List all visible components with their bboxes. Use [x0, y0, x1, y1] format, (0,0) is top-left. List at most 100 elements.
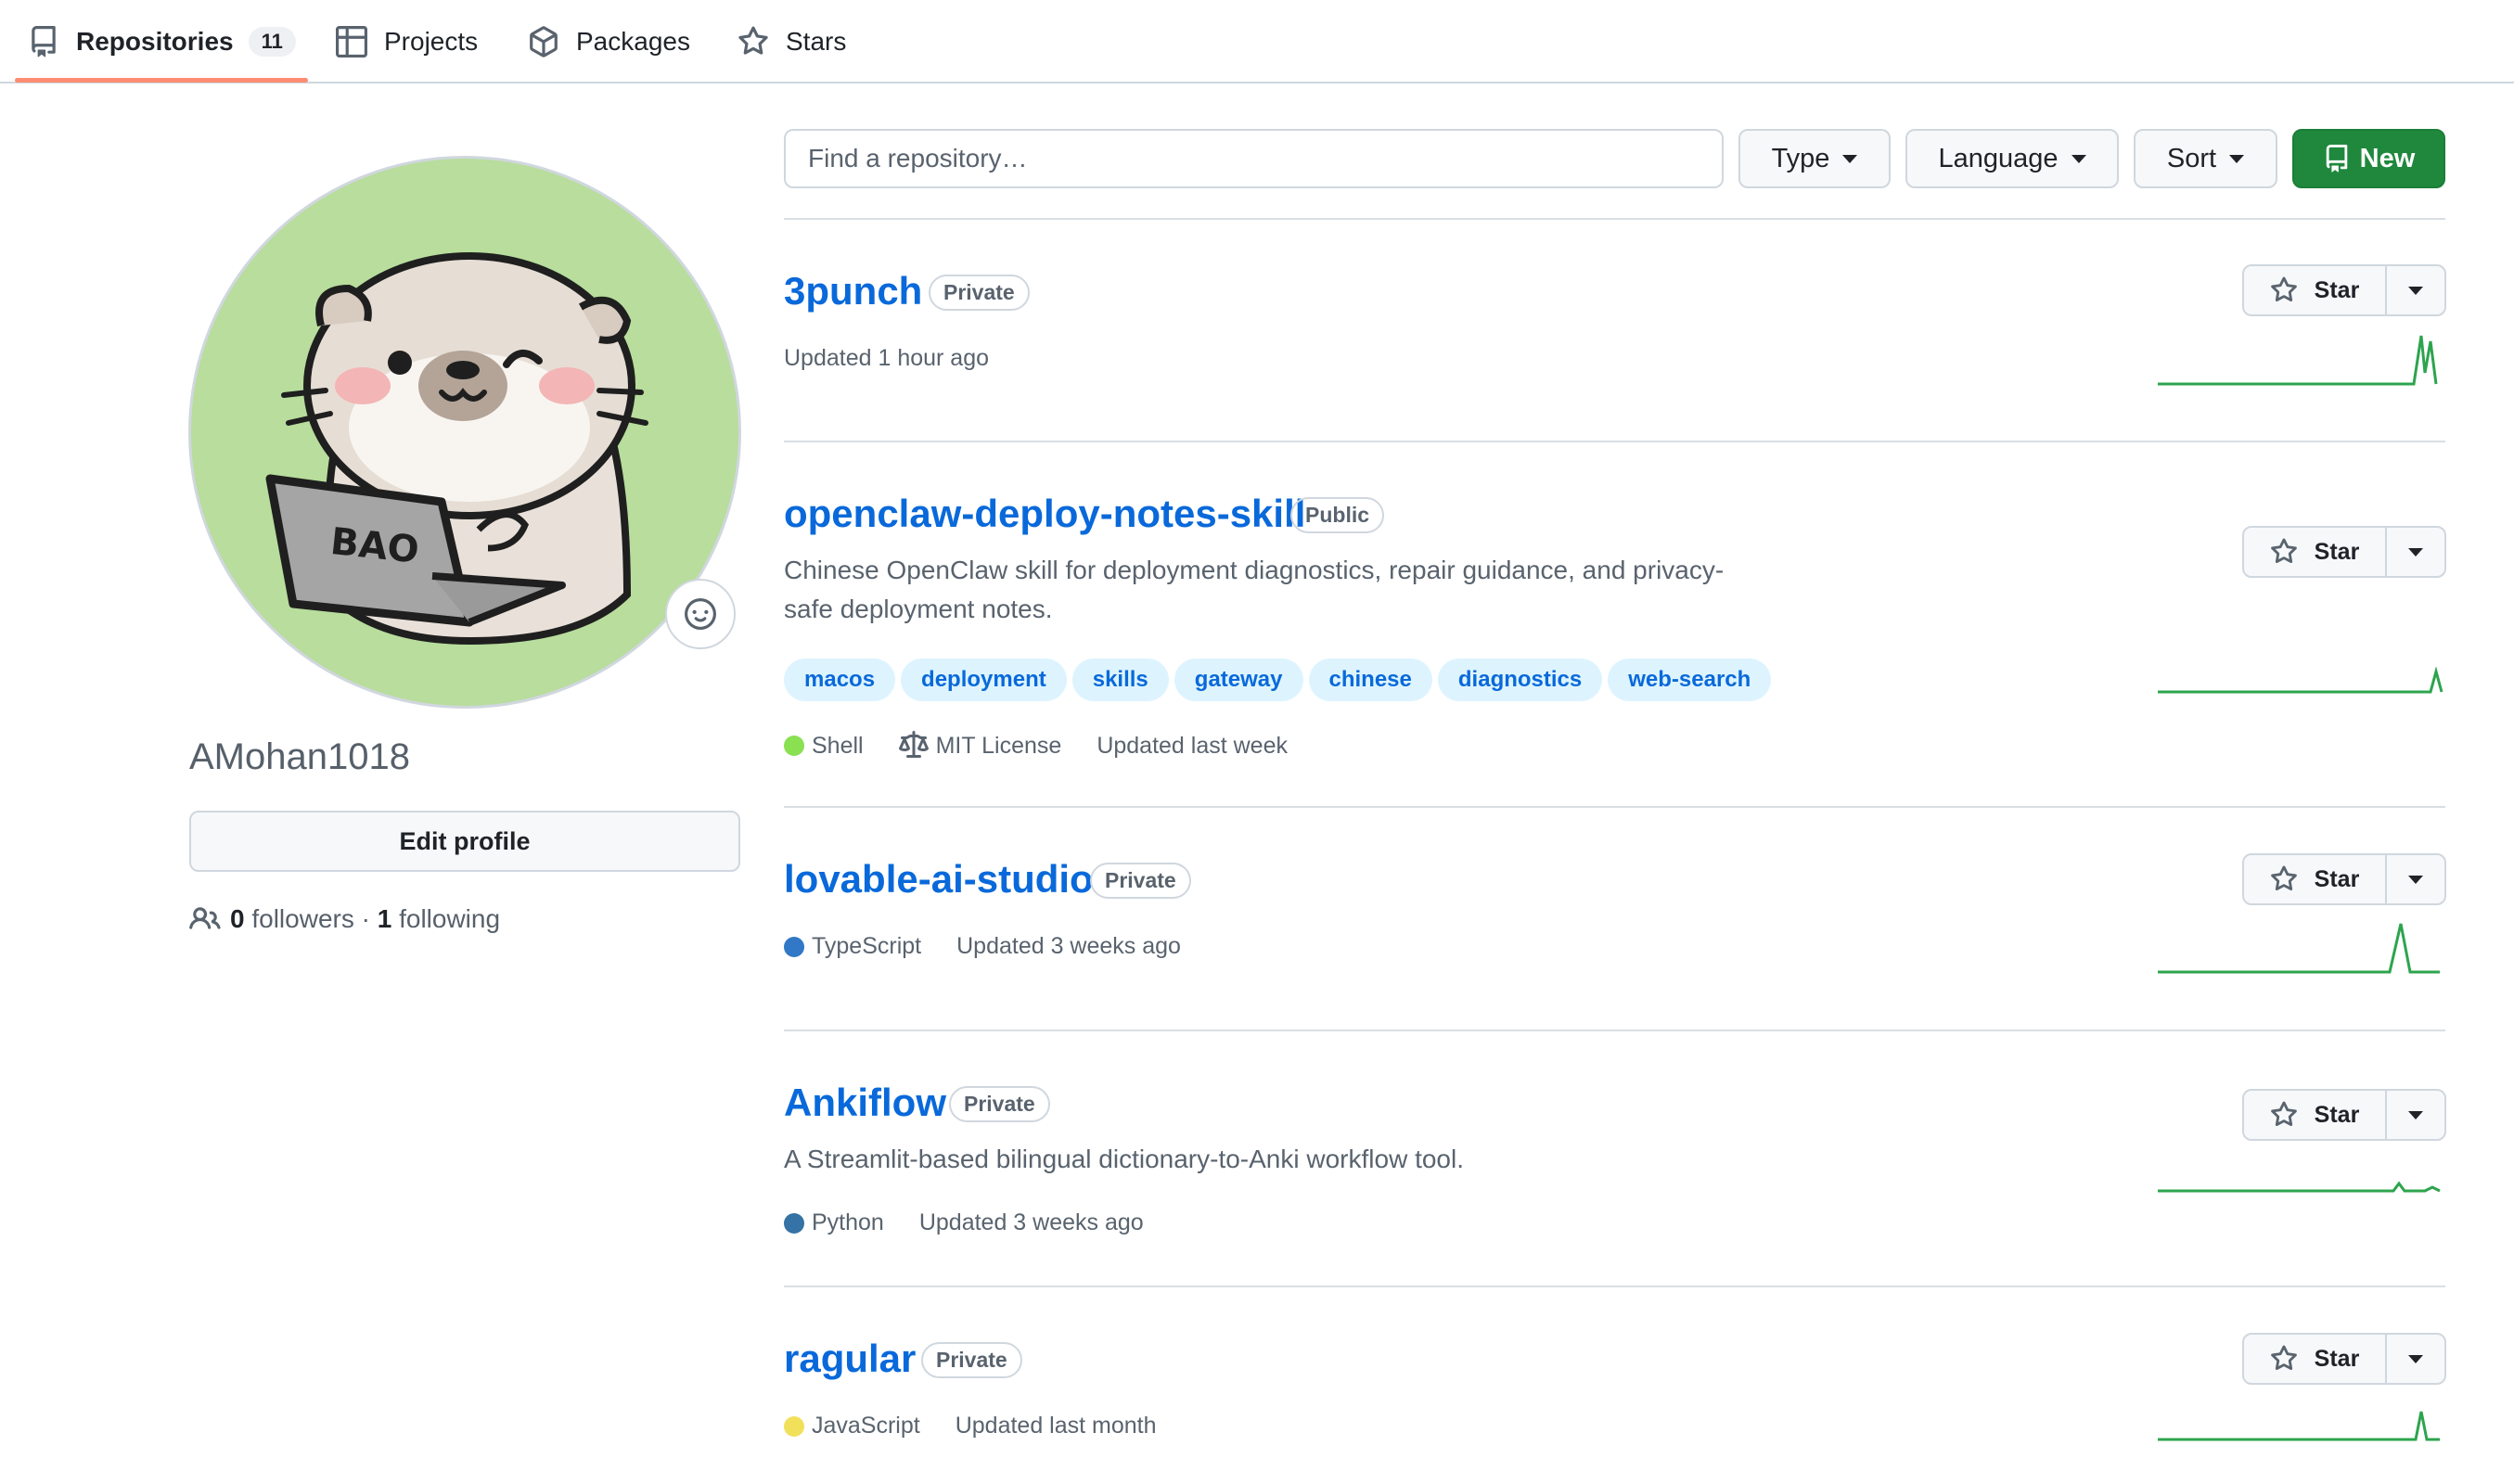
star-button[interactable]: Star [2244, 528, 2387, 576]
law-icon [898, 731, 929, 758]
star-label: Star [2314, 1101, 2360, 1128]
topic-tag[interactable]: diagnostics [1437, 659, 1603, 701]
topic-tag[interactable]: skills [1071, 659, 1169, 701]
topic-tag[interactable]: web-search [1608, 659, 1772, 701]
language-filter-button[interactable]: Language [1905, 129, 2119, 188]
repo-name-link[interactable]: 3punch [784, 269, 922, 313]
star-button[interactable]: Star [2244, 1091, 2387, 1139]
profile-tab-nav: Repositories 11 Projects Packages Stars [0, 0, 2514, 83]
follow-separator: · [361, 904, 370, 933]
active-tab-underline [15, 78, 308, 83]
avatar[interactable]: BAO [188, 156, 741, 709]
activity-sparkline [2158, 666, 2443, 694]
visibility-badge: Private [1090, 863, 1191, 899]
divider [784, 806, 2445, 808]
star-button-group: Star [2242, 853, 2446, 905]
set-status-button[interactable] [665, 579, 736, 649]
repo-meta: Updated 1 hour ago [784, 345, 989, 372]
star-icon [2270, 1345, 2297, 1371]
visibility-badge: Public [1290, 497, 1385, 533]
tab-packages-label: Packages [576, 27, 690, 56]
star-label: Star [2314, 865, 2360, 892]
smiley-icon [685, 598, 716, 630]
followers-count: 0 [230, 904, 245, 933]
repo-description: Chinese OpenClaw skill for deployment di… [784, 556, 1725, 623]
updated-time: Updated 3 weeks ago [956, 933, 1181, 959]
star-icon [2270, 1101, 2297, 1127]
tab-projects[interactable]: Projects [336, 0, 478, 83]
tab-stars[interactable]: Stars [738, 0, 846, 83]
star-label: Star [2314, 538, 2360, 565]
caret-down-icon [2408, 1110, 2423, 1119]
divider [784, 1030, 2445, 1031]
caret-down-icon [2408, 875, 2423, 884]
star-button[interactable]: Star [2244, 266, 2387, 314]
language-color-dot [784, 1415, 804, 1437]
repositories-count-badge: 11 [248, 27, 296, 57]
star-button[interactable]: Star [2244, 855, 2387, 903]
repo-license: MIT License [935, 732, 1062, 759]
followers-link[interactable]: 0 followers [230, 904, 354, 934]
caret-down-icon [2229, 154, 2245, 163]
repo-language: Python [812, 1209, 884, 1235]
find-repository-input[interactable] [784, 129, 1724, 188]
visibility-badge: Private [921, 1342, 1022, 1378]
type-filter-button[interactable]: Type [1738, 129, 1891, 188]
tab-packages[interactable]: Packages [528, 0, 690, 83]
following-label: following [399, 904, 501, 933]
activity-sparkline [2158, 1181, 2441, 1193]
star-icon [2270, 276, 2297, 302]
tab-repositories-label: Repositories [76, 27, 234, 56]
topic-list: macos deployment skills gateway chinese … [784, 659, 1776, 701]
activity-sparkline [2158, 335, 2438, 386]
star-list-dropdown[interactable] [2387, 528, 2444, 576]
star-list-dropdown[interactable] [2387, 855, 2444, 903]
repo-language: TypeScript [812, 933, 922, 959]
repo-name-link[interactable]: Ankiflow [784, 1081, 946, 1125]
topic-tag[interactable]: gateway [1174, 659, 1303, 701]
repo-meta: Python Updated 3 weeks ago [784, 1209, 1144, 1236]
following-link[interactable]: 1 following [378, 904, 500, 934]
new-repository-button[interactable]: New [2292, 129, 2445, 188]
language-color-dot [784, 936, 804, 957]
repo-name-link[interactable]: ragular [784, 1337, 916, 1381]
repo-language: Shell [812, 732, 864, 759]
star-button-group: Star [2242, 1333, 2446, 1385]
new-button-label: New [2359, 143, 2416, 173]
topic-tag[interactable]: chinese [1308, 659, 1432, 701]
star-button[interactable]: Star [2244, 1335, 2387, 1383]
repo-language: JavaScript [812, 1413, 920, 1439]
tab-repositories[interactable]: Repositories 11 [28, 0, 296, 83]
star-button-group: Star [2242, 1089, 2446, 1141]
otter-illustration: BAO [265, 252, 648, 646]
visibility-badge: Private [949, 1086, 1050, 1122]
caret-down-icon [2071, 154, 2086, 163]
divider [784, 441, 2445, 442]
star-button-group: Star [2242, 526, 2446, 578]
repo-name-link[interactable]: openclaw-deploy-notes-skill [784, 492, 1305, 536]
edit-profile-button[interactable]: Edit profile [189, 811, 740, 872]
caret-down-icon [1842, 154, 1858, 163]
people-icon [189, 907, 221, 929]
tab-projects-label: Projects [384, 27, 479, 56]
caret-down-icon [2408, 1354, 2423, 1363]
updated-time: Updated last week [1097, 732, 1288, 759]
star-list-dropdown[interactable] [2387, 266, 2444, 314]
topic-tag[interactable]: deployment [901, 659, 1067, 701]
repo-name-link[interactable]: lovable-ai-studio [784, 857, 1094, 902]
divider [784, 218, 2445, 220]
star-icon [2270, 538, 2297, 564]
star-list-dropdown[interactable] [2387, 1335, 2444, 1383]
activity-sparkline [2158, 923, 2440, 974]
language-color-dot [784, 736, 804, 756]
sort-button[interactable]: Sort [2134, 129, 2277, 188]
repo-icon [2326, 145, 2347, 173]
profile-username: AMohan1018 [189, 736, 410, 777]
language-filter-label: Language [1938, 143, 2059, 173]
package-icon [528, 26, 559, 58]
star-list-dropdown[interactable] [2387, 1091, 2444, 1139]
topic-tag[interactable]: macos [784, 659, 896, 701]
caret-down-icon [2408, 547, 2423, 556]
caret-down-icon [2408, 286, 2423, 295]
repo-meta: JavaScript Updated last month [784, 1413, 1157, 1439]
